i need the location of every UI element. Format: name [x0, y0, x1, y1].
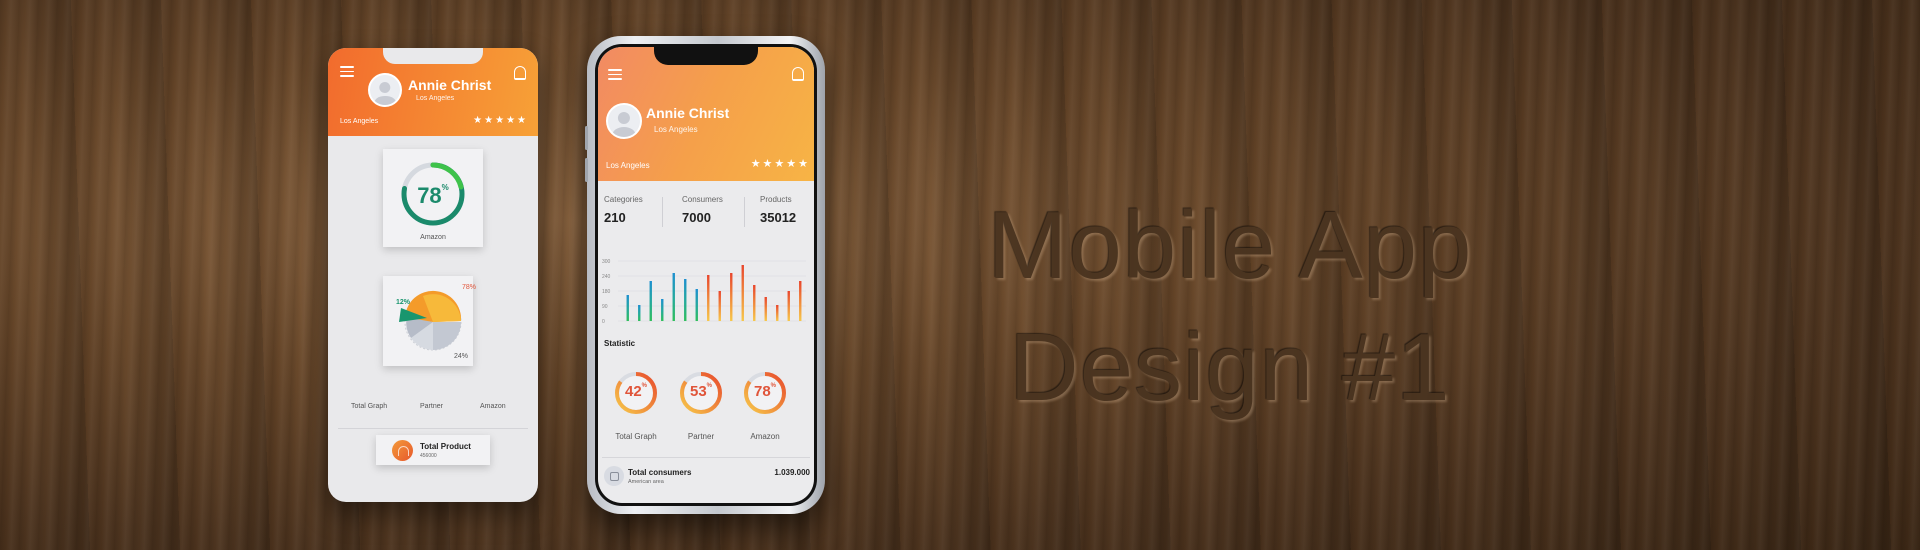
chart-bar: [741, 265, 744, 321]
headline-line-2: Design #1: [1009, 314, 1451, 421]
gauge-card[interactable]: 78% Amazon: [383, 149, 483, 247]
engraved-headline: Mobile App Design #1: [930, 185, 1530, 429]
user-location: Los Angeles: [340, 118, 379, 125]
legend-partner[interactable]: Partner: [420, 403, 443, 410]
ring-value: 53: [689, 383, 707, 400]
stat-divider: [744, 197, 745, 227]
chart-bar: [753, 285, 756, 321]
volume-button-2: [585, 158, 588, 182]
consumers-subtitle: American area: [628, 479, 664, 485]
phone-notch: [383, 48, 483, 64]
headline-line-1: Mobile App: [987, 192, 1473, 299]
pie-label-a: 12%: [396, 299, 411, 306]
stat-title: Products: [760, 195, 792, 204]
ring-unit: %: [641, 383, 648, 389]
user-city: Los Angeles: [654, 125, 698, 134]
y-tick-label: 240: [602, 274, 611, 280]
y-tick-label: 90: [602, 304, 608, 310]
ring-value: 78: [753, 383, 771, 400]
y-tick-label: 300: [602, 259, 611, 265]
chart-bar: [695, 289, 698, 321]
chart-bar: [638, 305, 641, 321]
consumers-title: Total consumers: [628, 468, 692, 477]
stat-categories[interactable]: Categories 210: [604, 195, 643, 225]
chart-bar: [776, 305, 779, 321]
stat-value: 210: [604, 210, 626, 225]
avatar[interactable]: [606, 103, 642, 139]
chart-bar: [649, 281, 652, 321]
y-tick-label: 0: [602, 319, 605, 325]
phone-mockup-left: Annie Christ Los Angeles Los Angeles ★★★…: [328, 48, 538, 502]
product-sub: 456000: [420, 453, 437, 459]
menu-icon[interactable]: [340, 66, 354, 80]
stat-products[interactable]: Products 35012: [760, 195, 796, 225]
consumers-value: 1.039.000: [774, 468, 810, 477]
gauge-label: Amazon: [420, 234, 446, 241]
phone-notch: [654, 47, 758, 65]
avatar[interactable]: [368, 73, 402, 107]
y-tick-label: 180: [602, 289, 611, 295]
menu-icon[interactable]: [608, 69, 622, 83]
chart-bar: [672, 273, 675, 321]
divider: [338, 428, 528, 429]
chart-bar: [764, 297, 767, 321]
user-location: Los Angeles: [606, 161, 650, 170]
pie-card[interactable]: 12% 78% 24%: [383, 276, 477, 366]
chart-bar: [730, 273, 733, 321]
ring-value: 42: [624, 383, 642, 400]
user-name: Annie Christ: [646, 105, 730, 121]
stat-title: Consumers: [682, 195, 723, 204]
ring-label: Total Graph: [615, 432, 657, 441]
chart-bar: [626, 295, 629, 321]
profile-header: Annie Christ Los Angeles Los Angeles ★★★…: [328, 48, 538, 136]
statistic-ring[interactable]: 78%: [741, 369, 789, 422]
chart-bar: [799, 281, 802, 321]
chart-bar: [707, 275, 710, 321]
stat-title: Categories: [604, 195, 643, 204]
user-city: Los Angeles: [416, 95, 455, 102]
rating-stars: ★★★★★: [473, 115, 528, 126]
bar-chart: 300 240 180 90 0: [602, 259, 806, 325]
total-product-card[interactable]: Total Product 456000: [376, 435, 490, 465]
statistic-ring[interactable]: 53%: [677, 369, 725, 422]
wood-background: Annie Christ Los Angeles Los Angeles ★★★…: [0, 0, 1920, 550]
legend-amazon[interactable]: Amazon: [480, 403, 506, 410]
statistic-ring[interactable]: 42%: [612, 369, 660, 422]
divider: [602, 457, 810, 458]
rating-stars: ★★★★★: [750, 158, 810, 170]
product-title: Total Product: [420, 442, 471, 451]
chart-bar: [684, 279, 687, 321]
phone-mockup-right: Annie Christ Los Angeles Los Angeles ★★★…: [585, 36, 825, 514]
legend-total-graph[interactable]: Total Graph: [351, 403, 387, 410]
volume-button: [585, 126, 588, 150]
stat-value: 35012: [760, 210, 797, 225]
chart-bar: [787, 291, 790, 321]
chart-bar: [718, 291, 721, 321]
profile-header: Annie Christ Los Angeles Los Angeles ★★★…: [598, 47, 814, 181]
ring-label: Partner: [687, 432, 715, 441]
product-icon: [392, 440, 413, 461]
ring-unit: %: [770, 383, 777, 389]
statistic-heading: Statistic: [604, 339, 636, 348]
pie-label-b: 78%: [462, 284, 477, 291]
stat-consumers[interactable]: Consumers 7000: [682, 195, 723, 225]
stat-divider: [662, 197, 663, 227]
user-name: Annie Christ: [408, 77, 492, 93]
gauge-unit: %: [441, 183, 449, 192]
chart-bar: [661, 299, 664, 321]
phone-screen: Annie Christ Los Angeles Los Angeles ★★★…: [598, 47, 814, 503]
ring-unit: %: [706, 383, 713, 389]
ring-label: Amazon: [750, 432, 780, 441]
pie-label-c: 24%: [454, 353, 469, 360]
bell-icon[interactable]: [514, 66, 526, 80]
consumers-icon: [604, 466, 624, 486]
bell-icon[interactable]: [792, 67, 804, 81]
gauge-value: 78: [417, 183, 442, 208]
stat-value: 7000: [682, 210, 711, 225]
